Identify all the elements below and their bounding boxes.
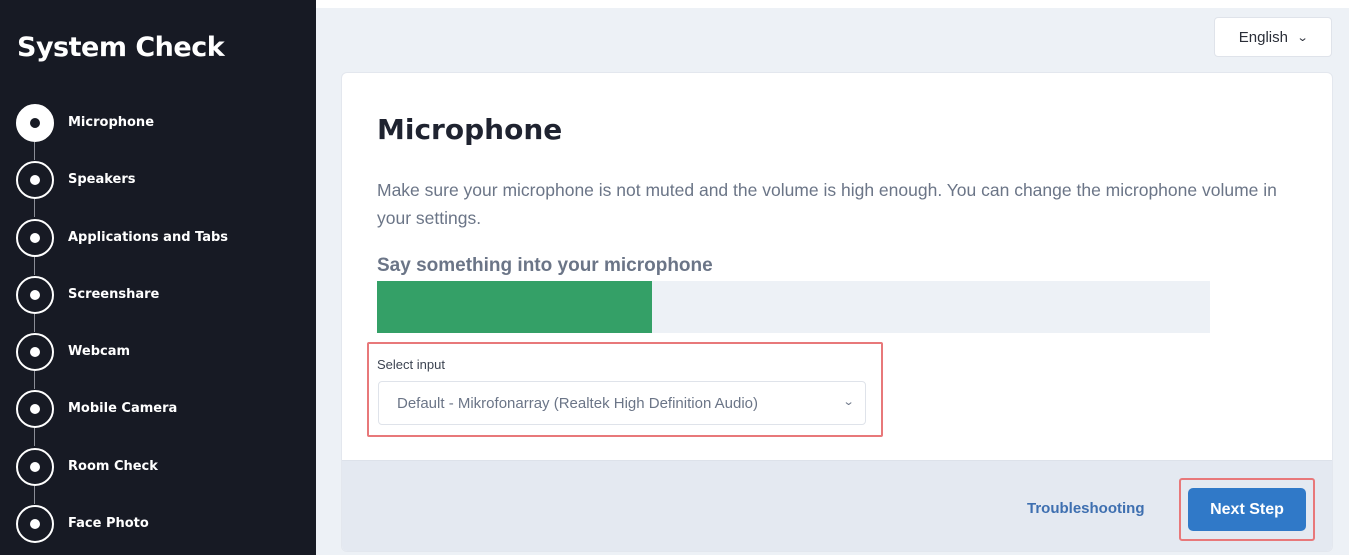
step-face-photo[interactable]: Face Photo (0, 503, 316, 555)
main-content: English ⌄ Microphone Make sure your micr… (316, 8, 1349, 555)
input-select-group: Select input Default - Mikrofonarray (Re… (367, 342, 883, 437)
step-connector (34, 485, 35, 504)
step-connector (34, 256, 35, 275)
volume-meter (377, 281, 1210, 333)
step-connector (34, 142, 35, 160)
troubleshooting-link[interactable]: Troubleshooting (1027, 500, 1145, 517)
speak-prompt: Say something into your microphone (377, 255, 713, 276)
sidebar-title: System Check (17, 32, 225, 63)
next-step-highlight: Next Step (1179, 478, 1315, 541)
step-indicator-icon (16, 275, 54, 314)
step-label: Screenshare (68, 286, 160, 302)
volume-meter-fill (377, 281, 652, 333)
step-label: Mobile Camera (68, 401, 178, 417)
step-label: Face Photo (68, 516, 149, 532)
card-footer: Troubleshooting Next Step (342, 460, 1332, 551)
select-input-value: Default - Mikrofonarray (Realtek High De… (397, 394, 758, 412)
step-mobile-camera[interactable]: Mobile Camera (0, 388, 316, 447)
step-connector (34, 428, 35, 447)
microphone-input-select[interactable]: Default - Mikrofonarray (Realtek High De… (378, 381, 866, 425)
step-applications-and-tabs[interactable]: Applications and Tabs (0, 217, 316, 275)
step-indicator-icon (16, 104, 54, 142)
step-label: Webcam (68, 344, 131, 360)
step-label: Microphone (68, 115, 155, 130)
step-connector (34, 313, 35, 332)
step-connector (34, 199, 35, 218)
language-select[interactable]: English ⌄ (1214, 17, 1332, 57)
language-value: English (1238, 28, 1288, 46)
step-connector (34, 371, 35, 390)
step-microphone[interactable]: Microphone (0, 102, 316, 160)
step-room-check[interactable]: Room Check (0, 446, 316, 504)
step-indicator-icon (16, 390, 54, 429)
chevron-down-icon: ⌄ (1296, 31, 1309, 44)
step-speakers[interactable]: Speakers (0, 159, 316, 218)
step-indicator-icon (16, 161, 54, 200)
next-step-button[interactable]: Next Step (1188, 488, 1306, 531)
select-input-label: Select input (377, 357, 445, 372)
page-title: Microphone (377, 113, 563, 146)
step-label: Room Check (68, 458, 158, 474)
chevron-down-icon: ⌄ (842, 396, 855, 408)
sidebar: System Check Microphone Speakers Applica… (0, 0, 316, 555)
step-label: Speakers (68, 172, 136, 188)
instructions-text: Make sure your microphone is not muted a… (377, 180, 1277, 228)
microphone-card: Microphone Make sure your microphone is … (341, 72, 1333, 552)
step-indicator-icon (16, 218, 54, 257)
step-indicator-icon (16, 447, 54, 486)
step-screenshare[interactable]: Screenshare (0, 274, 316, 332)
step-label: Applications and Tabs (68, 229, 229, 245)
step-webcam[interactable]: Webcam (0, 331, 316, 390)
step-indicator-icon (16, 505, 54, 544)
step-list: Microphone Speakers Applications and Tab… (0, 102, 316, 555)
step-indicator-icon (16, 333, 54, 372)
